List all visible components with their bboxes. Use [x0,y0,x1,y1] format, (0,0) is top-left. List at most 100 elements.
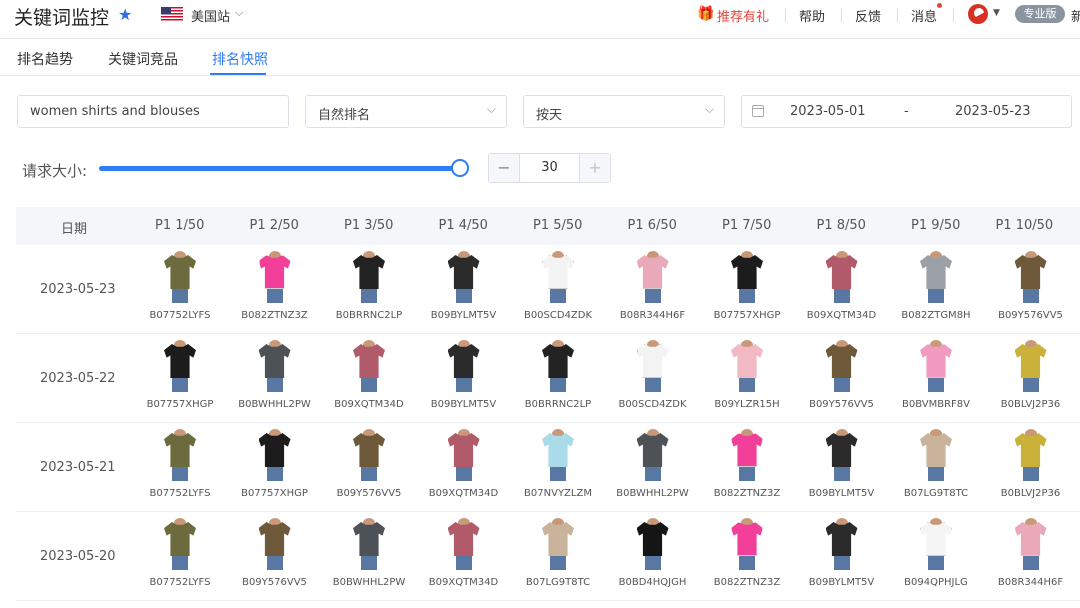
product-cell[interactable]: B09BYLMT5V [417,245,511,334]
asin-label[interactable]: B00SCD4ZDK [511,310,605,321]
product-cell[interactable]: B09XQTM34D [417,423,511,512]
product-image[interactable] [538,518,578,570]
product-image[interactable] [822,429,862,481]
asin-label[interactable]: B09YLZR15H [700,399,794,410]
asin-label[interactable]: B082ZTGM8H [889,310,983,321]
asin-label[interactable]: B00SCD4ZDK [606,399,700,410]
caret-down-icon[interactable]: ▼ [993,8,1000,18]
date-start[interactable]: 2023-05-01 [790,104,866,119]
product-cell[interactable]: B07757XHGP [700,245,794,334]
asin-label[interactable]: B09Y576VV5 [228,577,322,588]
asin-label[interactable]: B07LG9T8TC [889,488,983,499]
product-cell[interactable]: B082ZTGM8H [889,245,983,334]
asin-label[interactable]: B0BRRNC2LP [511,399,605,410]
asin-label[interactable]: B094QPHJLG [889,577,983,588]
chevron-down-icon[interactable]: ⌵ [235,6,243,20]
product-image[interactable] [1011,518,1051,570]
date-end[interactable]: 2023-05-23 [955,104,1031,119]
asin-label[interactable]: B082ZTNZ3Z [228,310,322,321]
feedback-link[interactable]: 反馈 [855,6,881,25]
tab-rank-trend[interactable]: 排名趋势 [17,49,73,69]
increment-button[interactable]: + [579,154,610,182]
decrement-button[interactable]: − [489,154,520,182]
product-cell[interactable]: B0BWHHL2PW [606,423,700,512]
product-image[interactable] [255,251,295,303]
asin-label[interactable]: B07752LYFS [133,310,227,321]
product-cell[interactable]: B00SCD4ZDK [511,245,605,334]
recommend-link[interactable]: 推荐有礼 [717,6,769,25]
product-image[interactable] [538,340,578,392]
asin-label[interactable]: B07NVYZLZM [511,488,605,499]
product-cell[interactable]: B082ZTNZ3Z [700,423,794,512]
asin-label[interactable]: B09Y576VV5 [984,310,1078,321]
asin-label[interactable]: B07757XHGP [133,399,227,410]
product-cell[interactable]: B094QPHJLG [889,512,983,601]
product-image[interactable] [444,518,484,570]
product-cell[interactable]: B07757XHGP [228,423,322,512]
asin-label[interactable]: B09XQTM34D [417,488,511,499]
product-image[interactable] [822,251,862,303]
product-cell[interactable]: B082ZTNZ3Z [228,245,322,334]
asin-label[interactable]: B07757XHGP [700,310,794,321]
asin-label[interactable]: B07757XHGP [228,488,322,499]
asin-label[interactable]: B0BRRNC2LP [322,310,416,321]
product-image[interactable] [1011,429,1051,481]
granularity-select[interactable]: 按天 ⌵ [523,95,725,128]
product-cell[interactable]: B07LG9T8TC [889,423,983,512]
product-image[interactable] [916,340,956,392]
tab-keyword-competitors[interactable]: 关键词竞品 [108,49,178,69]
asin-label[interactable]: B08R344H6F [984,577,1078,588]
messages-link[interactable]: 消息 [911,6,937,25]
favorite-star-icon[interactable]: ★ [118,5,132,24]
product-image[interactable] [538,251,578,303]
product-image[interactable] [1011,251,1051,303]
product-image[interactable] [255,429,295,481]
keyword-input[interactable]: women shirts and blouses [17,95,289,128]
product-cell[interactable]: B09BYLMT5V [795,512,889,601]
product-image[interactable] [727,251,767,303]
product-image[interactable] [444,251,484,303]
product-image[interactable] [633,251,673,303]
product-cell[interactable]: B0BWHHL2PW [322,512,416,601]
help-link[interactable]: 帮助 [799,6,825,25]
product-cell[interactable]: B07752LYFS [133,423,227,512]
date-range-picker[interactable]: 2023-05-01 - 2023-05-23 [741,95,1072,128]
product-cell[interactable]: B09BYLMT5V [417,334,511,423]
product-image[interactable] [349,340,389,392]
site-selector[interactable]: 美国站 [191,6,230,25]
product-cell[interactable]: B07757XHGP [133,334,227,423]
product-cell[interactable]: B0BVMBRF8V [889,334,983,423]
asin-label[interactable]: B0BWHHL2PW [228,399,322,410]
asin-label[interactable]: B09Y576VV5 [322,488,416,499]
product-image[interactable] [727,518,767,570]
product-cell[interactable]: B0BLVJ2P36 [984,334,1078,423]
asin-label[interactable]: B0BD4HQJGH [606,577,700,588]
product-cell[interactable]: B0BWHHL2PW [228,334,322,423]
product-cell[interactable]: B09Y576VV5 [322,423,416,512]
product-cell[interactable]: B08R344H6F [606,245,700,334]
asin-label[interactable]: B07752LYFS [133,488,227,499]
asin-label[interactable]: B09XQTM34D [795,310,889,321]
product-image[interactable] [727,340,767,392]
product-cell[interactable]: B09BYLMT5V [795,423,889,512]
product-cell[interactable]: B0BD4HQJGH [606,512,700,601]
asin-label[interactable]: B09Y576VV5 [795,399,889,410]
product-image[interactable] [160,340,200,392]
asin-label[interactable]: B07752LYFS [133,577,227,588]
asin-label[interactable]: B082ZTNZ3Z [700,577,794,588]
product-image[interactable] [160,518,200,570]
asin-label[interactable]: B0BVMBRF8V [889,399,983,410]
asin-label[interactable]: B082ZTNZ3Z [700,488,794,499]
product-image[interactable] [1011,340,1051,392]
asin-label[interactable]: B0BLVJ2P36 [984,488,1078,499]
asin-label[interactable]: B09BYLMT5V [417,399,511,410]
product-image[interactable] [160,251,200,303]
product-image[interactable] [444,429,484,481]
asin-label[interactable]: B09BYLMT5V [795,488,889,499]
product-image[interactable] [916,429,956,481]
product-cell[interactable]: B09Y576VV5 [228,512,322,601]
product-cell[interactable]: B09Y576VV5 [795,334,889,423]
request-size-slider[interactable] [99,166,460,171]
product-image[interactable] [633,429,673,481]
product-cell[interactable]: B0BRRNC2LP [322,245,416,334]
